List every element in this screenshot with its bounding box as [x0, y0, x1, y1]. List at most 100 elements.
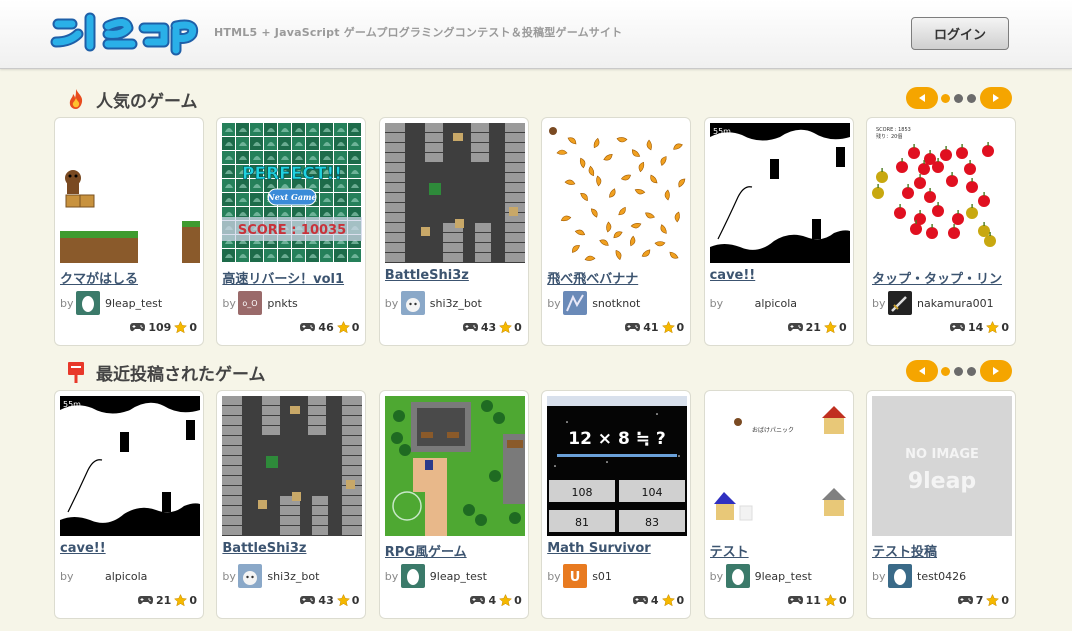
game-thumbnail[interactable]: 12 × 8 ≒ ? 108 104 81 83: [547, 396, 688, 536]
egg-avatar-icon: [76, 291, 100, 315]
login-button[interactable]: ログイン: [911, 17, 1009, 50]
battleship-game-thumbnail: [384, 123, 525, 263]
prev-page-button[interactable]: [906, 360, 938, 382]
play-count: 21: [805, 320, 821, 334]
game-title-link[interactable]: RPG風ゲーム: [385, 541, 530, 559]
star-count: 0: [1001, 320, 1009, 334]
game-card[interactable]: BattleShi3z by shi3z_bot 43 0: [216, 390, 367, 619]
by-label: by: [60, 569, 74, 583]
game-author: by alpicola: [710, 290, 797, 316]
game-thumbnail[interactable]: [384, 396, 525, 536]
gamepad-icon: [470, 595, 486, 604]
author-name-link[interactable]: shi3z_bot: [267, 570, 319, 583]
author-avatar[interactable]: [238, 564, 263, 588]
author-avatar[interactable]: [400, 291, 425, 315]
game-thumbnail[interactable]: NO IMAGE 9leap: [872, 396, 1012, 536]
svg-text:12 × 8 ≒ ?: 12 × 8 ≒ ?: [568, 429, 666, 449]
page-dot-2[interactable]: [954, 94, 963, 103]
prev-page-button[interactable]: [906, 87, 938, 109]
play-count: 11: [805, 593, 821, 607]
game-card[interactable]: 飛べ飛べバナナ by snotknot 41 0: [541, 117, 692, 346]
game-card[interactable]: クマがはしる by 9leap_test 109 0: [54, 117, 204, 346]
9leap-logo[interactable]: [50, 8, 202, 60]
game-card[interactable]: BattleShi3z by shi3z_bot 43 0: [378, 117, 530, 346]
popular-games-list: クマがはしる by 9leap_test 109 0 PERFECT!! Nex…: [54, 117, 1016, 346]
author-name-link[interactable]: s01: [592, 570, 612, 583]
author-avatar[interactable]: [76, 291, 100, 315]
game-thumbnail[interactable]: [222, 396, 363, 536]
game-author: by nakamura001: [872, 290, 994, 316]
author-name-link[interactable]: 9leap_test: [755, 570, 812, 583]
game-thumbnail[interactable]: 55m: [709, 123, 850, 263]
game-card[interactable]: NO IMAGE 9leap テスト投稿 by test0426 7 0: [866, 390, 1016, 619]
star-icon: [823, 320, 837, 333]
game-thumbnail[interactable]: [60, 123, 200, 263]
game-title-link[interactable]: cave!!: [710, 268, 855, 286]
gamepad-icon: [300, 595, 316, 604]
game-card[interactable]: おばけパニック テスト by 9leap_test 11 0: [703, 390, 855, 619]
site-tagline: HTML5 + JavaScript ゲームプログラミングコンテスト＆投稿型ゲー…: [214, 26, 623, 39]
arrow-left-icon: [919, 94, 925, 102]
blank-avatar-icon: [725, 291, 750, 315]
game-title-link[interactable]: BattleShi3z: [222, 541, 367, 559]
game-thumbnail[interactable]: PERFECT!! Next Game SCORE : 10035: [222, 123, 363, 263]
page-dot-3[interactable]: [967, 367, 976, 376]
author-avatar[interactable]: [76, 564, 100, 588]
cave-game-thumbnail: 55m: [709, 123, 850, 263]
game-stats: 11 0: [787, 592, 847, 608]
play-count: 43: [318, 593, 334, 607]
author-avatar[interactable]: [563, 291, 588, 315]
game-title-link[interactable]: cave!!: [60, 541, 205, 559]
game-thumbnail[interactable]: [547, 123, 688, 263]
game-title-link[interactable]: クマがはしる: [60, 268, 205, 286]
recent-games-header: 最近投稿されたゲーム: [64, 359, 266, 385]
page-dot-2[interactable]: [954, 367, 963, 376]
star-count: 0: [351, 593, 360, 607]
game-title-link[interactable]: テスト: [710, 541, 855, 559]
svg-text:83: 83: [645, 516, 659, 529]
page-dot-1[interactable]: [941, 94, 950, 103]
next-page-button[interactable]: [980, 360, 1012, 382]
author-name-link[interactable]: test0426: [917, 570, 966, 583]
author-name-link[interactable]: alpicola: [105, 570, 147, 583]
game-card[interactable]: SCORE : 1853 残り：20個 タップ・タップ・リン by nakamu…: [866, 117, 1016, 346]
game-thumbnail[interactable]: おばけパニック: [709, 396, 850, 536]
game-title-link[interactable]: テスト投稿: [872, 541, 1017, 559]
author-name-link[interactable]: pnkts: [267, 297, 297, 310]
game-thumbnail[interactable]: 55m: [60, 396, 200, 536]
author-name-link[interactable]: shi3z_bot: [430, 297, 482, 310]
game-title-link[interactable]: タップ・タップ・リン: [872, 268, 1017, 286]
game-title-link[interactable]: BattleShi3z: [385, 268, 530, 286]
next-page-button[interactable]: [980, 87, 1012, 109]
play-count: 109: [148, 320, 172, 334]
game-thumbnail[interactable]: SCORE : 1853 残り：20個: [872, 123, 1012, 263]
author-avatar[interactable]: o_O: [238, 291, 263, 315]
game-card[interactable]: 55m cave!! by alpicola 21 0: [54, 390, 204, 619]
author-name-link[interactable]: nakamura001: [917, 297, 994, 310]
game-thumbnail[interactable]: [384, 123, 525, 263]
game-title-link[interactable]: Math Survivor: [547, 541, 692, 559]
game-card[interactable]: 12 × 8 ≒ ? 108 104 81 83 Math Survivor b…: [541, 390, 692, 619]
game-card[interactable]: RPG風ゲーム by 9leap_test 4 0: [378, 390, 530, 619]
game-title-link[interactable]: 飛べ飛べバナナ: [547, 268, 692, 286]
author-name-link[interactable]: 9leap_test: [105, 297, 162, 310]
author-avatar[interactable]: U: [563, 564, 588, 588]
star-icon: [986, 320, 1000, 333]
game-card[interactable]: PERFECT!! Next Game SCORE : 10035 高速リバーシ…: [216, 117, 367, 346]
author-name-link[interactable]: alpicola: [755, 297, 797, 310]
page-dot-1[interactable]: [941, 367, 950, 376]
svg-text:9leap: 9leap: [908, 469, 976, 494]
author-name-link[interactable]: 9leap_test: [430, 570, 487, 583]
page-dot-3[interactable]: [967, 94, 976, 103]
by-label: by: [547, 569, 561, 583]
author-avatar[interactable]: [725, 564, 750, 588]
game-stats: 21 0: [787, 319, 847, 335]
author-avatar[interactable]: [888, 564, 912, 588]
author-name-link[interactable]: snotknot: [592, 297, 640, 310]
author-avatar[interactable]: [888, 291, 912, 315]
author-avatar[interactable]: [400, 564, 425, 588]
game-card[interactable]: 55m cave!! by alpicola 21 0: [703, 117, 855, 346]
game-stats: 46 0: [300, 319, 359, 335]
game-title-link[interactable]: 高速リバーシ！vol1: [222, 268, 367, 286]
author-avatar[interactable]: [725, 291, 750, 315]
